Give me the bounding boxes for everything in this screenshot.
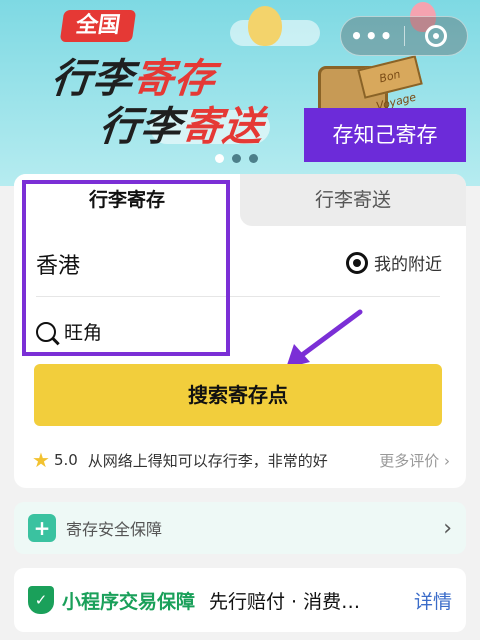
tab-bar: 行李寄存 行李寄送	[14, 174, 466, 226]
review-text: 从网络上得知可以存行李，非常的好	[87, 451, 328, 470]
safety-label: 寄存安全保障	[66, 520, 163, 539]
star-icon: ★	[32, 448, 50, 472]
shield-check-icon: ✓	[28, 586, 54, 614]
details-link[interactable]: 详情	[414, 587, 452, 614]
district-value: 旺角	[64, 322, 103, 344]
chevron-right-icon: ›	[443, 515, 452, 541]
carousel-dot[interactable]	[232, 154, 241, 163]
tab-luggage-storage[interactable]: 行李寄存	[14, 174, 240, 226]
nearby-label: 我的附近	[374, 255, 442, 275]
close-miniprogram-button[interactable]	[405, 25, 468, 47]
carousel-dot[interactable]	[249, 154, 258, 163]
locate-icon	[346, 251, 368, 274]
transaction-guarantee-bar[interactable]: ✓ 小程序交易保障 先行赔付 · 消费… 详情	[14, 568, 466, 632]
district-search-field[interactable]: 旺角	[36, 318, 102, 345]
chevron-right-icon: ›	[444, 451, 450, 470]
bon-voyage-sign: Bon Voyage	[357, 55, 423, 113]
rating-score: 5.0	[53, 451, 78, 469]
carousel-dot[interactable]	[215, 154, 224, 163]
divider	[36, 296, 440, 297]
nationwide-tag: 全国	[59, 10, 137, 42]
search-storage-button[interactable]: 搜索寄存点	[34, 364, 442, 426]
more-menu-button[interactable]: •••	[341, 24, 404, 48]
review-summary: ★ 5.0 从网络上得知可以存行李，非常的好 更多评价 ›	[32, 448, 450, 472]
nearby-button[interactable]: 我的附近	[346, 250, 442, 275]
balloon-icon	[248, 6, 282, 46]
target-icon	[424, 25, 447, 47]
shield-plus-icon: +	[28, 514, 56, 542]
miniprogram-capsule: •••	[340, 16, 468, 56]
carousel-dots	[215, 154, 258, 163]
city-selector[interactable]: 香港	[36, 248, 80, 280]
known-storage-button[interactable]: 存知己寄存	[304, 108, 466, 162]
storage-safety-bar[interactable]: + 寄存安全保障 ›	[14, 502, 466, 554]
search-icon	[36, 321, 56, 342]
guarantee-title: 小程序交易保障	[62, 590, 196, 613]
headline-delivery: 行李寄送	[97, 104, 266, 150]
more-reviews-link[interactable]: 更多评价 ›	[379, 450, 450, 471]
guarantee-description: 先行赔付 · 消费…	[209, 590, 361, 613]
tab-luggage-delivery[interactable]: 行李寄送	[240, 174, 466, 226]
